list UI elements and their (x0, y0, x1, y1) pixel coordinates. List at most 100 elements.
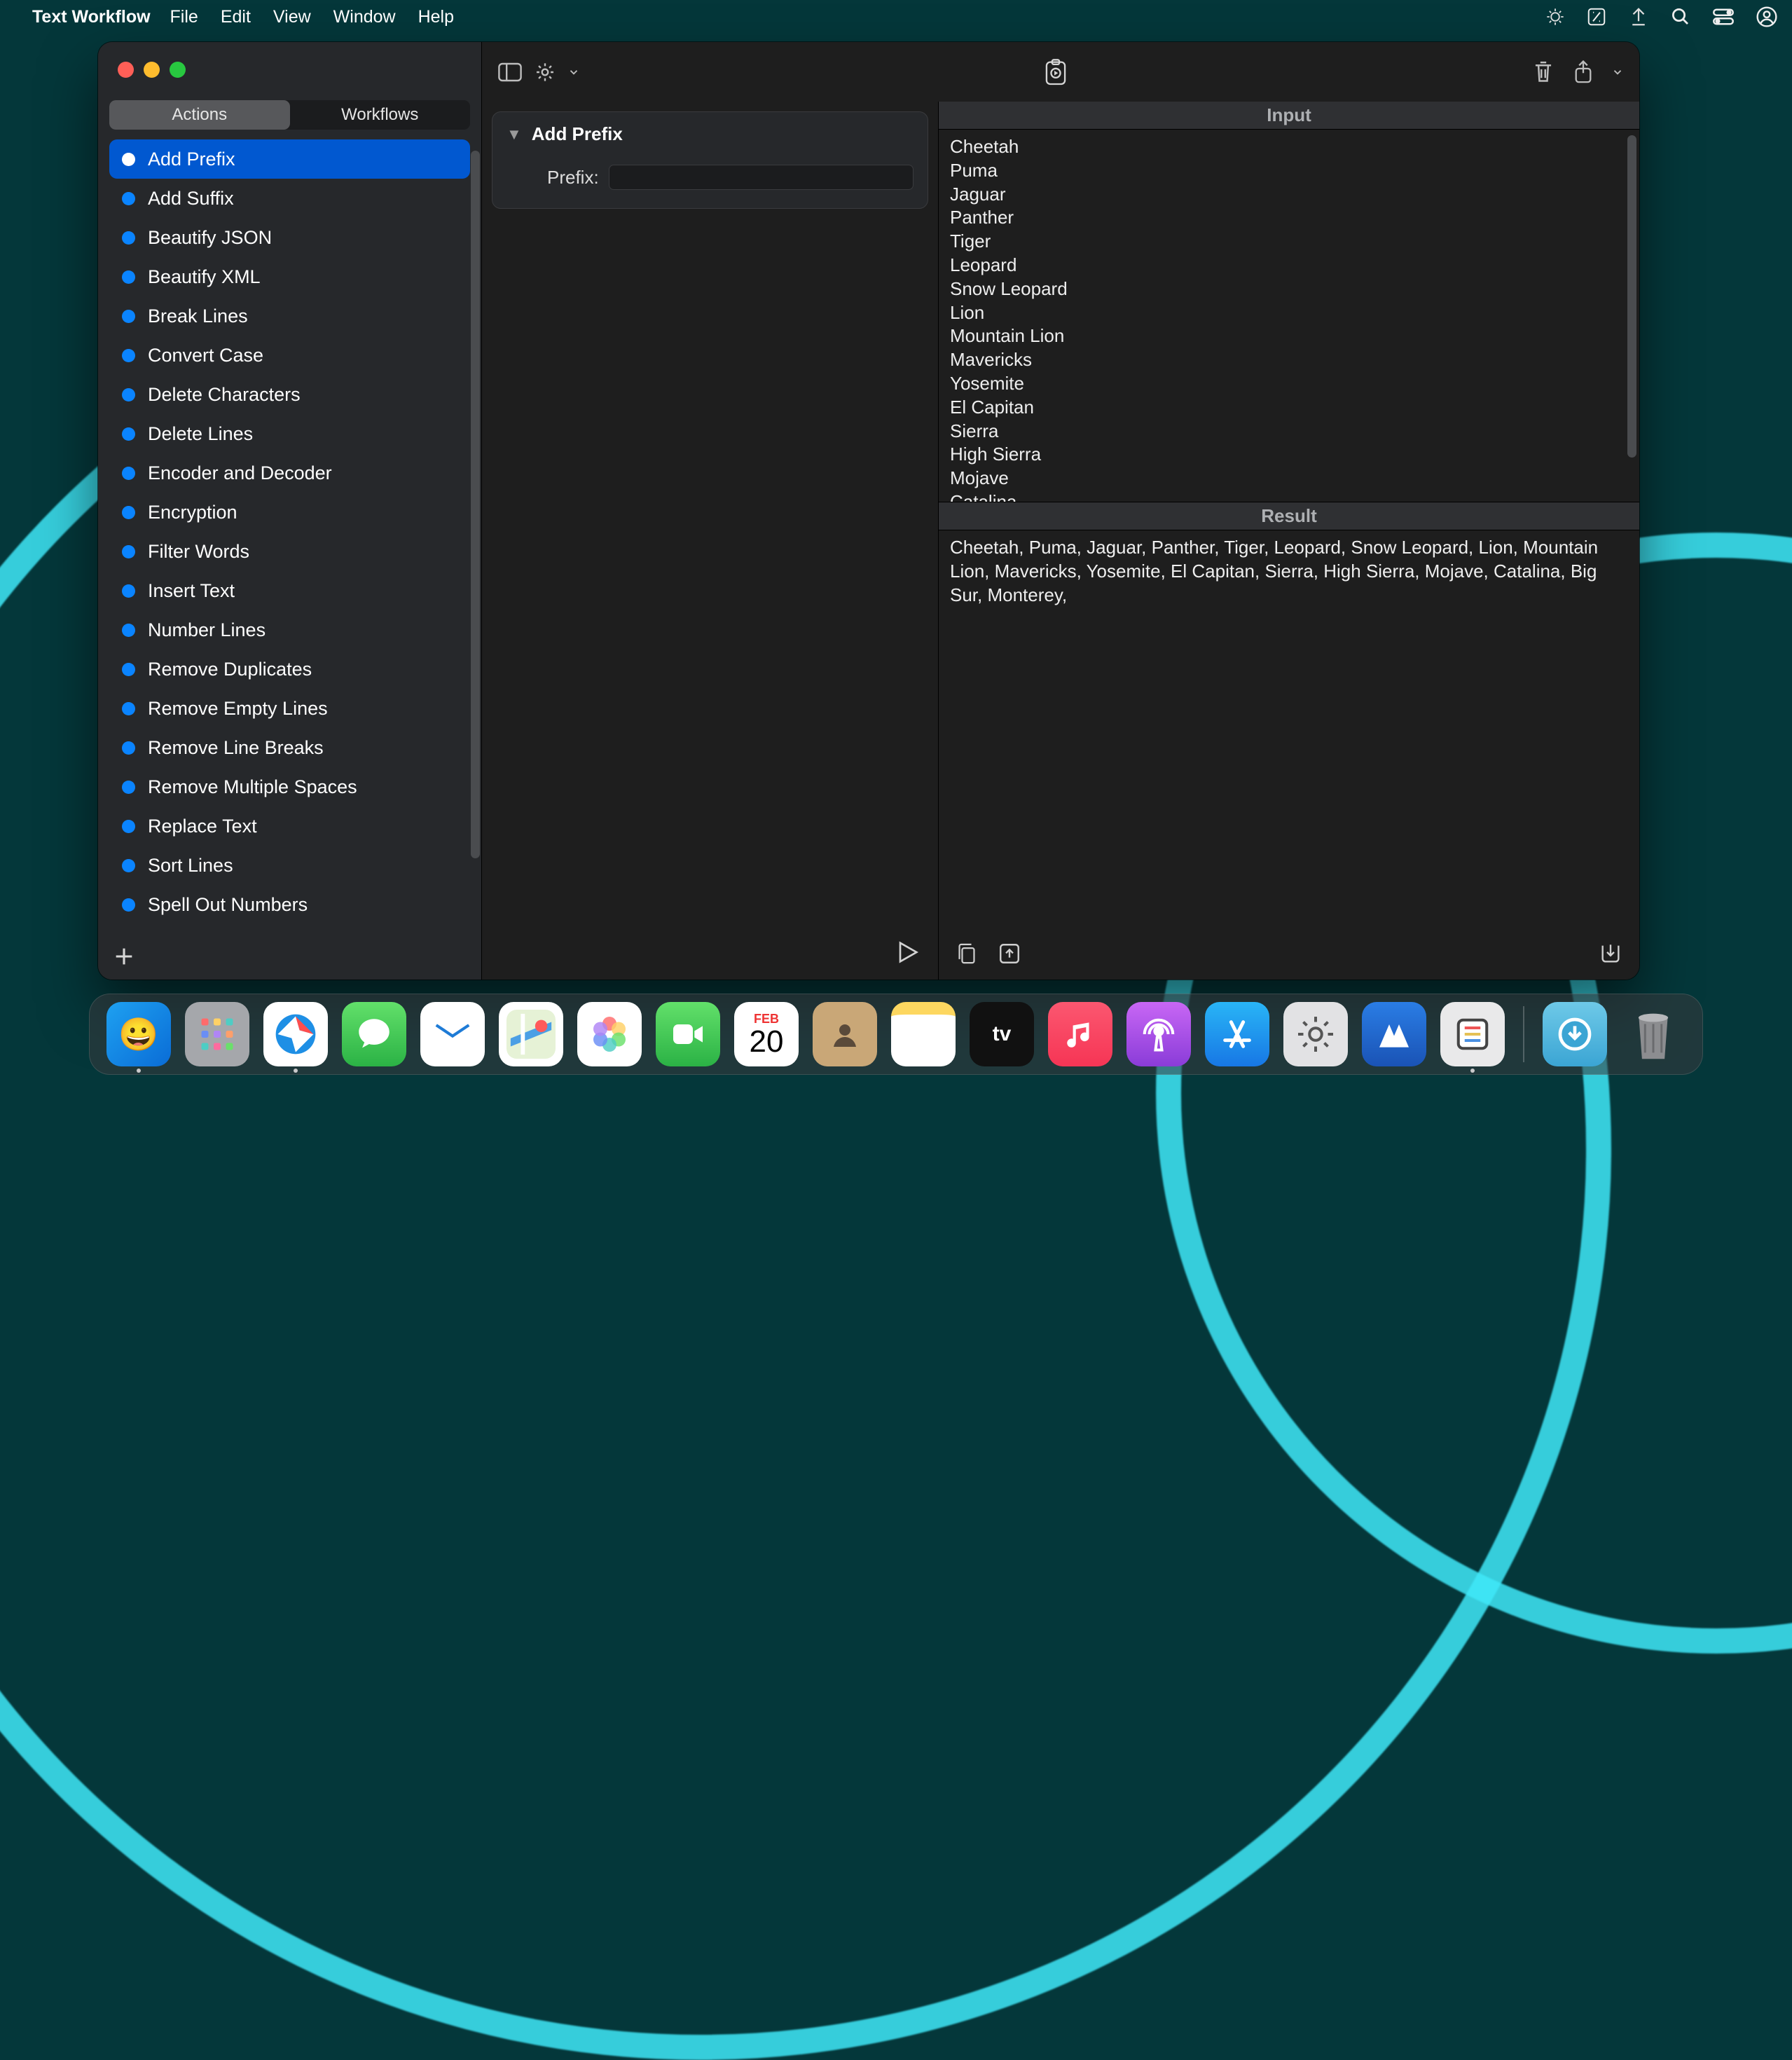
action-dot-icon (122, 467, 135, 480)
run-button[interactable] (893, 938, 921, 970)
tab-workflows[interactable]: Workflows (290, 100, 471, 130)
action-dot-icon (122, 349, 135, 362)
add-action-button[interactable] (112, 945, 136, 968)
action-card-add-prefix: ▼ Add Prefix Prefix: (492, 111, 928, 209)
action-item-number-lines[interactable]: Number Lines (109, 610, 470, 650)
menu-bar: Text Workflow File Edit View Window Help (0, 0, 1792, 34)
do-not-disturb-icon[interactable] (1628, 6, 1649, 27)
action-item-encoder-and-decoder[interactable]: Encoder and Decoder (109, 453, 470, 493)
action-dot-icon (122, 153, 135, 166)
action-item-delete-characters[interactable]: Delete Characters (109, 375, 470, 414)
dock-facetime[interactable] (656, 1002, 720, 1066)
action-item-encryption[interactable]: Encryption (109, 493, 470, 532)
input-textarea[interactable]: Cheetah Puma Jaguar Panther Tiger Leopar… (939, 130, 1639, 502)
window-close-button[interactable] (118, 62, 134, 78)
debug-icon[interactable] (1545, 7, 1565, 27)
dock-textworkflow[interactable] (1440, 1002, 1505, 1066)
action-dot-icon (122, 624, 135, 637)
action-item-beautify-json[interactable]: Beautify JSON (109, 218, 470, 257)
action-item-remove-line-breaks[interactable]: Remove Line Breaks (109, 728, 470, 767)
action-item-remove-empty-lines[interactable]: Remove Empty Lines (109, 689, 470, 728)
toggle-sidebar-button[interactable] (497, 62, 523, 83)
action-dot-icon (122, 584, 135, 598)
action-item-break-lines[interactable]: Break Lines (109, 296, 470, 336)
action-item-spell-out-numbers[interactable]: Spell Out Numbers (109, 885, 470, 924)
dock-photos[interactable] (577, 1002, 642, 1066)
toolbar (482, 42, 1639, 102)
action-item-label: Beautify XML (148, 266, 261, 288)
menu-view[interactable]: View (273, 7, 311, 27)
dock-nomad[interactable] (1362, 1002, 1426, 1066)
main-area: ▼ Add Prefix Prefix: (482, 42, 1639, 980)
dock-mail[interactable] (420, 1002, 485, 1066)
action-item-replace-text[interactable]: Replace Text (109, 806, 470, 846)
keyboard-input-icon[interactable] (1586, 6, 1607, 27)
action-dot-icon (122, 898, 135, 912)
control-center-icon[interactable] (1712, 7, 1735, 27)
input-header: Input (939, 102, 1639, 130)
dock-calendar[interactable]: FEB 20 (734, 1002, 799, 1066)
input-scrollbar[interactable] (1627, 135, 1636, 458)
delete-button[interactable] (1531, 60, 1555, 85)
clipboard-run-button[interactable] (1044, 58, 1068, 86)
collapse-triangle-icon[interactable]: ▼ (506, 125, 522, 144)
dock-messages[interactable] (342, 1002, 406, 1066)
action-item-remove-multiple-spaces[interactable]: Remove Multiple Spaces (109, 767, 470, 806)
dock-downloads[interactable] (1543, 1002, 1607, 1066)
menu-window[interactable]: Window (333, 7, 396, 27)
share-button[interactable] (1572, 60, 1594, 85)
action-item-beautify-xml[interactable]: Beautify XML (109, 257, 470, 296)
prefix-input[interactable] (609, 165, 914, 190)
window-minimize-button[interactable] (144, 62, 160, 78)
action-item-label: Replace Text (148, 816, 257, 837)
action-item-label: Spell Out Numbers (148, 894, 308, 916)
export-result-button[interactable] (1599, 942, 1622, 966)
action-dot-icon (122, 741, 135, 755)
dock-tv[interactable]: tv (970, 1002, 1034, 1066)
settings-gear-button[interactable] (534, 61, 556, 83)
action-item-convert-case[interactable]: Convert Case (109, 336, 470, 375)
dock-appstore[interactable] (1205, 1002, 1269, 1066)
dock: 😀 FEB 20 tv (89, 994, 1703, 1075)
action-item-add-prefix[interactable]: Add Prefix (109, 139, 470, 179)
dock-music[interactable] (1048, 1002, 1112, 1066)
action-item-insert-text[interactable]: Insert Text (109, 571, 470, 610)
app-menu[interactable]: Text Workflow (32, 7, 151, 27)
dock-launchpad[interactable] (185, 1002, 249, 1066)
sidebar-tabs: Actions Workflows (109, 100, 470, 130)
action-item-sort-lines[interactable]: Sort Lines (109, 846, 470, 885)
insert-result-button[interactable] (998, 942, 1021, 966)
dock-podcasts[interactable] (1126, 1002, 1191, 1066)
settings-dropdown-icon[interactable] (567, 66, 580, 78)
dock-safari[interactable] (263, 1002, 328, 1066)
action-item-filter-words[interactable]: Filter Words (109, 532, 470, 571)
dock-trash[interactable] (1621, 1002, 1686, 1066)
dock-settings[interactable] (1283, 1002, 1348, 1066)
dock-finder[interactable]: 😀 (106, 1002, 171, 1066)
spotlight-icon[interactable] (1670, 6, 1691, 27)
dock-notes[interactable] (891, 1002, 956, 1066)
dock-maps[interactable] (499, 1002, 563, 1066)
action-item-label: Encryption (148, 502, 237, 523)
result-header: Result (939, 502, 1639, 530)
menu-file[interactable]: File (170, 7, 198, 27)
tab-actions[interactable]: Actions (109, 100, 290, 130)
action-item-label: Filter Words (148, 541, 249, 563)
action-item-label: Insert Text (148, 580, 235, 602)
window-fullscreen-button[interactable] (170, 62, 186, 78)
result-pane: Result Cheetah, Puma, Jaguar, Panther, T… (939, 502, 1639, 980)
action-item-add-suffix[interactable]: Add Suffix (109, 179, 470, 218)
action-dot-icon (122, 388, 135, 401)
copy-result-button[interactable] (956, 942, 978, 966)
share-dropdown-icon[interactable] (1611, 66, 1624, 78)
menu-help[interactable]: Help (418, 7, 454, 27)
dock-contacts[interactable] (813, 1002, 877, 1066)
action-item-label: Remove Multiple Spaces (148, 776, 357, 798)
action-item-label: Encoder and Decoder (148, 462, 332, 484)
user-icon[interactable] (1756, 6, 1778, 28)
action-item-remove-duplicates[interactable]: Remove Duplicates (109, 650, 470, 689)
action-item-delete-lines[interactable]: Delete Lines (109, 414, 470, 453)
result-textarea[interactable]: Cheetah, Puma, Jaguar, Panther, Tiger, L… (939, 530, 1639, 928)
sidebar-scrollbar[interactable] (471, 151, 480, 858)
menu-edit[interactable]: Edit (221, 7, 251, 27)
